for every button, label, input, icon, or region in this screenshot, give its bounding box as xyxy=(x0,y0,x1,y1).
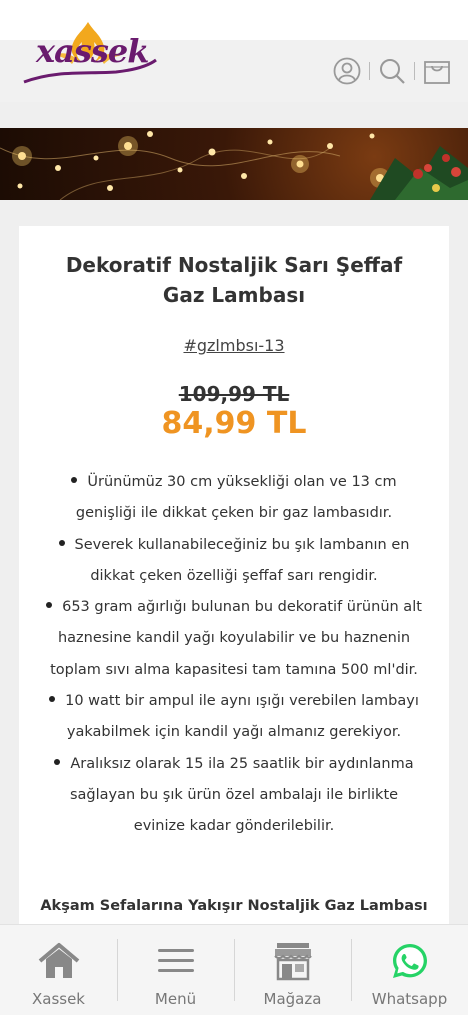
feature-text: 10 watt bir ampul ile aynı ışığı verebil… xyxy=(65,693,419,741)
bullet-icon xyxy=(54,758,61,765)
product-sku-tag[interactable]: #gzlmbsı-13 xyxy=(19,336,449,355)
section-subheading: Akşam Sefalarına Yakışır Nostaljik Gaz L… xyxy=(40,898,428,914)
old-price: 109,99 TL xyxy=(178,382,290,406)
string-lights-image xyxy=(0,131,468,200)
site-header: xassek xyxy=(0,22,468,102)
menu-icon xyxy=(154,941,198,981)
product-card: Dekoratif Nostaljik Sarı Şeffaf Gaz Lamb… xyxy=(19,226,449,926)
bottom-navigation: Xassek Menü Mağaza Whatsapp xyxy=(0,924,468,1015)
user-icon[interactable] xyxy=(332,56,362,86)
whatsapp-icon xyxy=(388,941,432,981)
product-title: Dekoratif Nostaljik Sarı Şeffaf Gaz Lamb… xyxy=(65,253,403,307)
nav-label: Whatsapp xyxy=(371,990,448,1008)
header-divider xyxy=(369,62,370,80)
nav-item-menu[interactable]: Menü xyxy=(117,925,234,1015)
search-icon[interactable] xyxy=(377,56,407,86)
site-logo[interactable]: xassek xyxy=(16,12,161,107)
nav-label: Xassek xyxy=(31,990,85,1008)
home-icon xyxy=(37,941,81,981)
feature-text: 653 gram ağırlığı bulunan bu dekoratif ü… xyxy=(50,599,422,678)
decorative-banner xyxy=(0,128,468,200)
nav-label: Menü xyxy=(154,990,197,1008)
list-item: 653 gram ağırlığı bulunan bu dekoratif ü… xyxy=(43,592,425,686)
feature-text: Ürünümüz 30 cm yüksekliği olan ve 13 cm … xyxy=(75,474,397,522)
list-item: Severek kullanabileceğiniz bu şık lamban… xyxy=(43,530,425,593)
bullet-icon xyxy=(49,696,56,703)
list-item: 10 watt bir ampul ile aynı ışığı verebil… xyxy=(43,686,425,749)
nav-label: Mağaza xyxy=(263,990,322,1008)
nav-item-store[interactable]: Mağaza xyxy=(234,925,351,1015)
nav-item-home[interactable]: Xassek xyxy=(0,925,117,1015)
sale-price: 84,99 TL xyxy=(161,406,307,441)
bullet-icon xyxy=(58,539,65,546)
bullet-icon xyxy=(71,477,78,483)
store-icon xyxy=(271,941,315,981)
feature-text: Aralıksız olarak 15 ila 25 saatlik bir a… xyxy=(69,755,414,835)
cart-icon[interactable] xyxy=(422,56,452,86)
bullet-icon xyxy=(46,602,53,609)
feature-list: Ürünümüz 30 cm yüksekliği olan ve 13 cm … xyxy=(43,467,425,843)
feature-text: Severek kullanabileceğiniz bu şık lamban… xyxy=(74,536,410,584)
list-item: Ürünümüz 30 cm yüksekliği olan ve 13 cm … xyxy=(43,467,425,530)
logo-wordmark: xassek xyxy=(36,32,149,70)
list-item: Aralıksız olarak 15 ila 25 saatlik bir a… xyxy=(43,749,425,843)
header-divider xyxy=(414,62,415,80)
nav-item-whatsapp[interactable]: Whatsapp xyxy=(351,925,468,1015)
